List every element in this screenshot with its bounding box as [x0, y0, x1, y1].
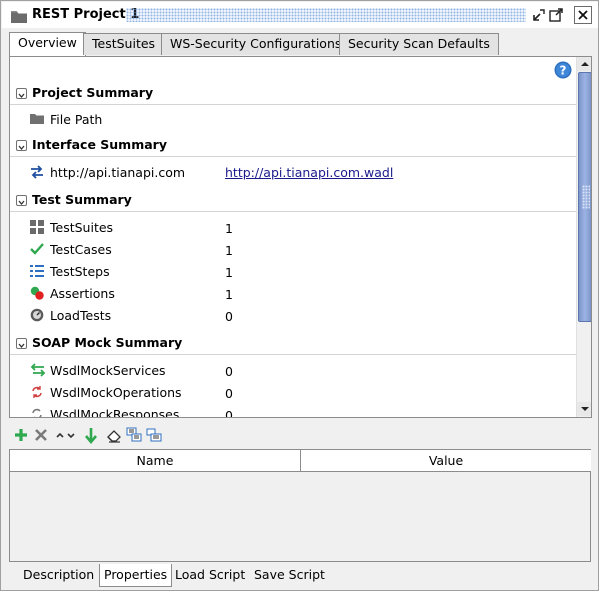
row-label: TestCases	[50, 242, 112, 257]
row-label: LoadTests	[50, 308, 112, 323]
overview-panel: ? Project Summary File Path Interface Su…	[9, 56, 592, 418]
row-label: File Path	[50, 112, 103, 127]
section-title: SOAP Mock Summary	[32, 335, 183, 350]
summary-row-interface: http://api.tianapi.com http://api.tianap…	[10, 163, 576, 183]
tab-save-script[interactable]: Save Script	[250, 564, 329, 587]
folder-icon	[30, 112, 44, 126]
row-label: WsdlMockOperations	[50, 385, 182, 400]
row-value: 1	[225, 243, 233, 258]
row-label: Assertions	[50, 286, 115, 301]
row-value: 1	[225, 221, 233, 236]
gauge-icon	[30, 308, 44, 322]
tab-load-script[interactable]: Load Script	[171, 564, 249, 587]
tab-properties[interactable]: Properties	[99, 564, 173, 587]
vertical-scrollbar[interactable]	[576, 57, 591, 417]
column-header-value[interactable]: Value	[301, 450, 591, 472]
section-title: Project Summary	[32, 85, 154, 100]
title-drag-area[interactable]	[126, 8, 526, 22]
row-label: WsdlMockServices	[50, 363, 166, 378]
save-properties-icon[interactable]	[146, 427, 164, 445]
move-down-icon[interactable]	[66, 427, 84, 445]
project-summary-header[interactable]: Project Summary	[10, 83, 576, 105]
help-icon[interactable]: ?	[554, 61, 572, 82]
maximize-icon[interactable]	[547, 6, 565, 24]
scroll-up-icon[interactable]	[577, 57, 591, 71]
mock-response-icon	[30, 407, 44, 417]
interface-arrows-icon	[30, 165, 44, 179]
add-icon[interactable]	[13, 427, 31, 445]
section-title: Test Summary	[32, 192, 132, 207]
row-value: 1	[225, 287, 233, 302]
download-arrow-icon[interactable]	[83, 427, 101, 445]
collapse-icon[interactable]	[16, 140, 27, 151]
summary-row-teststeps: TestSteps 1	[10, 262, 576, 282]
summary-row-assertions: Assertions 1	[10, 284, 576, 304]
scroll-down-icon[interactable]	[577, 402, 591, 416]
tab-description[interactable]: Description	[19, 564, 98, 587]
section-title: Interface Summary	[32, 137, 167, 152]
project-window: REST Project 1 Overview TestSuites WS-Se…	[0, 0, 599, 591]
svg-text:?: ?	[560, 64, 567, 78]
eraser-icon[interactable]	[106, 427, 124, 445]
row-label: WsdlMockResponses	[50, 407, 180, 418]
window-title: REST Project 1	[32, 7, 140, 22]
row-value: 0	[225, 386, 233, 401]
properties-table[interactable]: Name Value	[9, 449, 591, 562]
restore-icon[interactable]	[530, 6, 548, 24]
folder-icon	[11, 10, 27, 26]
scrollbar-thumb[interactable]	[578, 72, 591, 322]
grip-icon	[582, 185, 590, 209]
collapse-icon[interactable]	[16, 195, 27, 206]
grid-icon	[30, 220, 44, 234]
title-bar: REST Project 1	[2, 2, 598, 28]
summary-row-testsuites: TestSuites 1	[10, 218, 576, 238]
tab-ws-security-configurations[interactable]: WS-Security Configurations	[161, 33, 351, 55]
mock-operation-icon	[30, 385, 44, 399]
tab-security-scan-defaults[interactable]: Security Scan Defaults	[339, 33, 499, 55]
summary-row-mock-services: WsdlMockServices 0	[10, 361, 576, 381]
wadl-link[interactable]: http://api.tianapi.com.wadl	[225, 165, 393, 180]
row-value: 1	[225, 265, 233, 280]
row-value: 0	[225, 364, 233, 379]
test-summary-header[interactable]: Test Summary	[10, 190, 576, 212]
list-icon	[30, 264, 44, 278]
column-header-name[interactable]: Name	[10, 450, 301, 472]
interface-name: http://api.tianapi.com	[50, 165, 186, 180]
summary-row-file-path: File Path	[10, 110, 576, 130]
row-label: TestSuites	[50, 220, 114, 235]
summary-row-loadtests: LoadTests 0	[10, 306, 576, 326]
mock-service-icon	[30, 363, 46, 377]
summary-row-mock-responses: WsdlMockResponses 0	[10, 405, 576, 418]
close-icon[interactable]	[574, 6, 592, 24]
soap-mock-summary-header[interactable]: SOAP Mock Summary	[10, 333, 576, 355]
assertion-dots-icon	[30, 286, 44, 300]
summary-row-mock-operations: WsdlMockOperations 0	[10, 383, 576, 403]
collapse-icon[interactable]	[16, 338, 27, 349]
row-value: 0	[225, 408, 233, 418]
collapse-icon[interactable]	[16, 88, 27, 99]
remove-icon[interactable]	[33, 427, 51, 445]
row-label: TestSteps	[50, 264, 110, 279]
tab-testsuites[interactable]: TestSuites	[83, 33, 165, 55]
load-properties-icon[interactable]	[126, 427, 144, 445]
checkmark-icon	[30, 242, 44, 256]
row-value: 0	[225, 309, 233, 324]
summary-row-testcases: TestCases 1	[10, 240, 576, 260]
interface-summary-header[interactable]: Interface Summary	[10, 135, 576, 157]
tab-overview[interactable]: Overview	[9, 32, 86, 56]
